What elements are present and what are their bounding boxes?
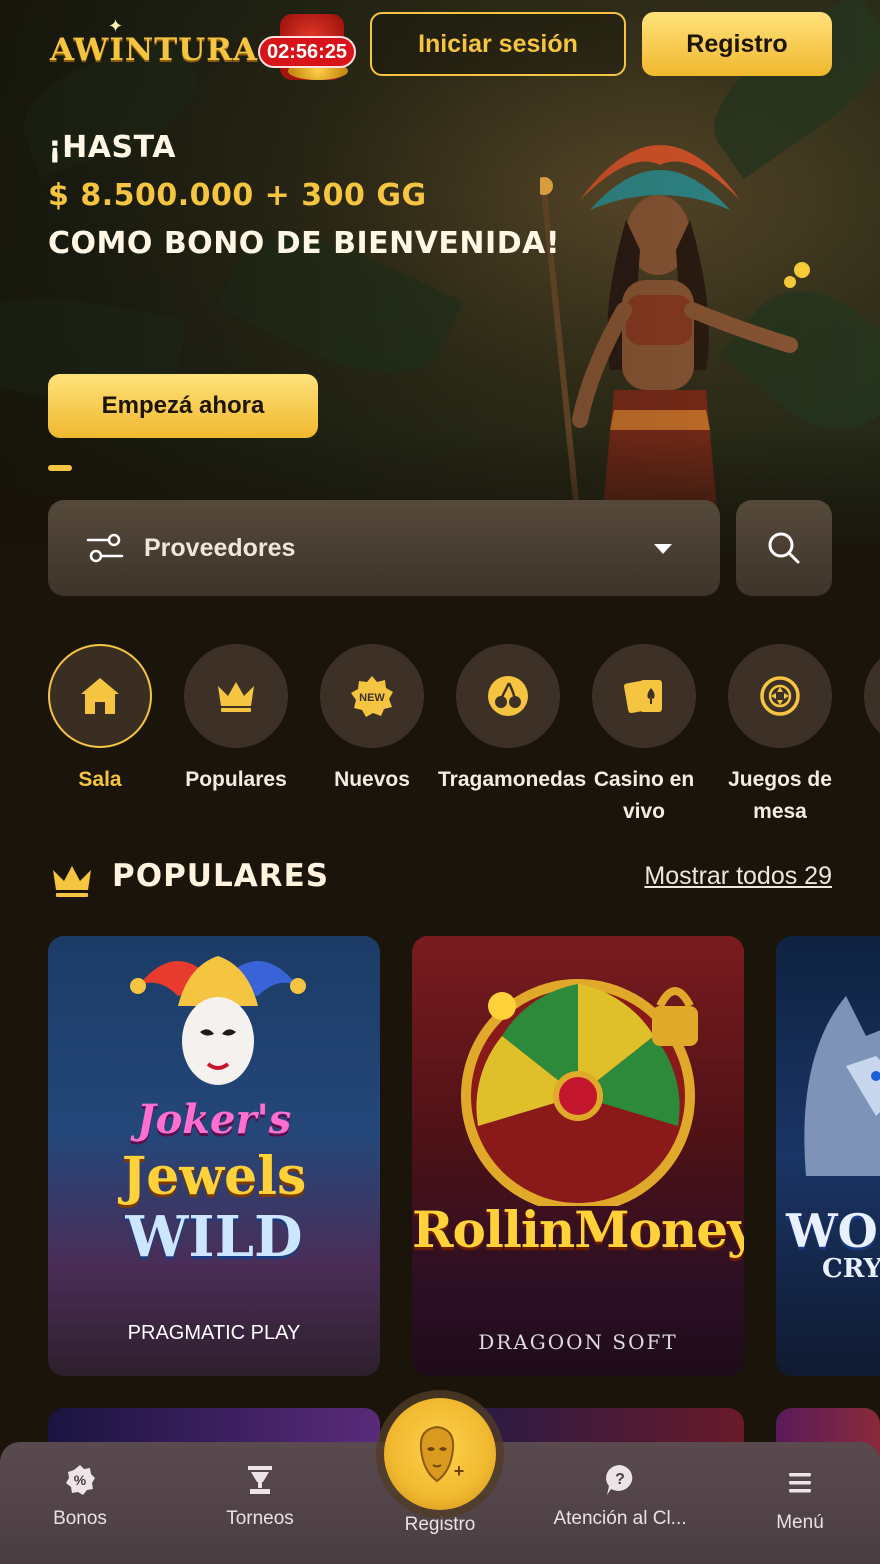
crown-icon: [218, 682, 254, 712]
logo-text: AWINTURA: [50, 32, 259, 68]
money-wheel-illustration: [461, 979, 698, 1206]
game-title-part: Joker's: [136, 1096, 292, 1143]
promo-headline: ¡HASTA $ 8.500.000 + 300 GG COMO BONO DE…: [48, 124, 560, 268]
game-title-part: Jewels: [121, 1146, 307, 1207]
game-card-roll-in-money[interactable]: RollinMoney DRAGOON SOFT: [412, 936, 744, 1376]
category-juegos-de-mesa[interactable]: Juegos de mesa: [728, 644, 832, 828]
category-icon-wrap: [592, 644, 696, 748]
countdown-timer: 02:56:25: [258, 36, 357, 68]
game-card-jokers-jewels-wild[interactable]: Joker's Jewels WILD PRAGMATIC PLAY: [48, 936, 380, 1376]
provider-logo-dragoon: DRAGOON SOFT: [478, 1330, 678, 1354]
game-title-part: CRY: [822, 1254, 880, 1284]
providers-label: Proveedores: [144, 533, 296, 562]
search-button[interactable]: [736, 500, 832, 596]
nav-label: Bonos: [53, 1508, 107, 1529]
chevron-down-icon: [654, 544, 672, 554]
register-button[interactable]: Registro: [642, 12, 832, 76]
game-title-part: WO: [786, 1204, 878, 1258]
svg-text:NEW: NEW: [359, 692, 385, 704]
category-icon-wrap: [456, 644, 560, 748]
search-icon: [768, 532, 800, 564]
start-now-button[interactable]: Empezá ahora: [48, 374, 318, 438]
nav-label: Registro: [404, 1514, 476, 1535]
hero-banner: [0, 0, 880, 560]
svg-text:?: ?: [615, 1471, 625, 1488]
category-icon-wrap: [864, 644, 880, 748]
promo-line-1: ¡HASTA: [48, 130, 176, 165]
providers-dropdown[interactable]: Proveedores: [48, 500, 720, 596]
category-label: Casino en vivo: [593, 768, 695, 823]
category-sala[interactable]: Sala: [48, 644, 152, 796]
table-games-icon: [760, 676, 800, 716]
category-label: Juegos de mesa: [728, 768, 832, 823]
nav-label: Atención al Cl...: [553, 1508, 687, 1529]
cherry-icon: [488, 676, 528, 716]
category-label: Nuevos: [334, 768, 410, 791]
category-icon-wrap: NEW: [320, 644, 424, 748]
category-carousel[interactable]: Sala Populares NEW Nuevos Tragamonedas C…: [48, 644, 880, 834]
category-populares[interactable]: Populares: [184, 644, 288, 796]
section-title-populares: POPULARES: [112, 858, 330, 894]
category-icon-wrap: [184, 644, 288, 748]
carousel-indicator[interactable]: [48, 465, 72, 471]
category-label: Sala: [78, 768, 122, 791]
register-fab[interactable]: +: [384, 1398, 496, 1510]
game-title-part: WILD: [125, 1204, 303, 1270]
provider-logo-pragmatic: PRAGMATIC PLAY: [127, 1322, 301, 1344]
show-all-link[interactable]: Mostrar todos 29: [644, 862, 832, 891]
sparkle-icon: ✦: [108, 16, 124, 36]
nav-label: Torneos: [226, 1508, 294, 1529]
cards-icon: [624, 680, 662, 714]
help-icon: ?: [606, 1465, 633, 1495]
bonus-icon: %: [66, 1465, 95, 1495]
nav-atencion-al-cliente[interactable]: ? Atención al Cl...: [532, 1442, 708, 1564]
svg-text:%: %: [74, 1472, 87, 1488]
mask-icon: +: [419, 1425, 465, 1483]
category-tragamonedas[interactable]: Tragamonedas: [438, 644, 586, 796]
category-next-peek[interactable]: [864, 644, 880, 748]
new-badge-icon: NEW: [351, 676, 393, 717]
filter-sliders-icon: [86, 533, 124, 563]
category-label: Populares: [185, 768, 287, 791]
wolf-illustration: [804, 996, 880, 1176]
nav-torneos[interactable]: Torneos: [172, 1442, 348, 1564]
promo-line-2: $ 8.500.000 + 300 GG: [48, 178, 427, 213]
category-casino-en-vivo[interactable]: Casino en vivo: [592, 644, 696, 828]
svg-text:+: +: [454, 1461, 465, 1481]
category-icon-wrap: [728, 644, 832, 748]
category-icon-wrap: [48, 644, 152, 748]
category-nuevos[interactable]: NEW Nuevos: [320, 644, 424, 796]
category-label: Tragamonedas: [438, 768, 587, 791]
nav-label: Menú: [776, 1512, 824, 1533]
nav-menu[interactable]: Menú: [712, 1442, 880, 1564]
home-icon: [81, 678, 119, 714]
game-title-part: RollinMoney: [412, 1200, 744, 1259]
bonus-timer-widget[interactable]: 02:56:25: [258, 10, 364, 80]
login-button[interactable]: Iniciar sesión: [370, 12, 626, 76]
nav-bonos[interactable]: % Bonos: [0, 1442, 168, 1564]
promo-line-3: COMO BONO DE BIENVENIDA!: [48, 226, 560, 261]
brand-logo[interactable]: AWINTURA ✦: [50, 16, 259, 72]
crown-icon: [53, 866, 91, 897]
jester-mask-illustration: [130, 954, 306, 1085]
menu-icon: [789, 1473, 811, 1493]
trophy-icon: [248, 1466, 272, 1494]
game-card-wolf-crystals[interactable]: WO CRY: [776, 936, 880, 1376]
